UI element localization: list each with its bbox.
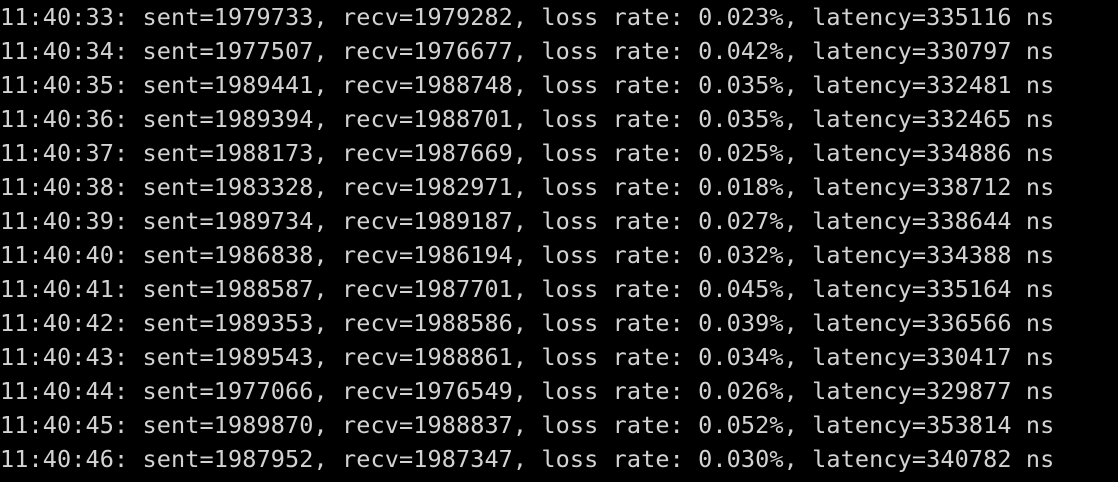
output-line: 11:40:43: sent=1989543, recv=1988861, lo… — [0, 343, 1055, 371]
output-line: 11:40:45: sent=1989870, recv=1988837, lo… — [0, 411, 1055, 439]
output-line: 11:40:36: sent=1989394, recv=1988701, lo… — [0, 105, 1055, 133]
output-line: 11:40:44: sent=1977066, recv=1976549, lo… — [0, 377, 1055, 405]
output-line: 11:40:34: sent=1977507, recv=1976677, lo… — [0, 37, 1055, 65]
output-line: 11:40:46: sent=1987952, recv=1987347, lo… — [0, 445, 1055, 473]
output-line: 11:40:38: sent=1983328, recv=1982971, lo… — [0, 173, 1055, 201]
output-line: 11:40:39: sent=1989734, recv=1989187, lo… — [0, 207, 1055, 235]
output-line: 11:40:41: sent=1988587, recv=1987701, lo… — [0, 275, 1055, 303]
terminal-window[interactable]: 11:40:33: sent=1979733, recv=1979282, lo… — [0, 0, 1118, 482]
output-line: 11:40:40: sent=1986838, recv=1986194, lo… — [0, 241, 1055, 269]
output-line: 11:40:35: sent=1989441, recv=1988748, lo… — [0, 71, 1055, 99]
output-line: 11:40:33: sent=1979733, recv=1979282, lo… — [0, 3, 1055, 31]
terminal-output: 11:40:33: sent=1979733, recv=1979282, lo… — [0, 0, 1054, 476]
output-line: 11:40:42: sent=1989353, recv=1988586, lo… — [0, 309, 1055, 337]
output-line: 11:40:37: sent=1988173, recv=1987669, lo… — [0, 139, 1055, 167]
